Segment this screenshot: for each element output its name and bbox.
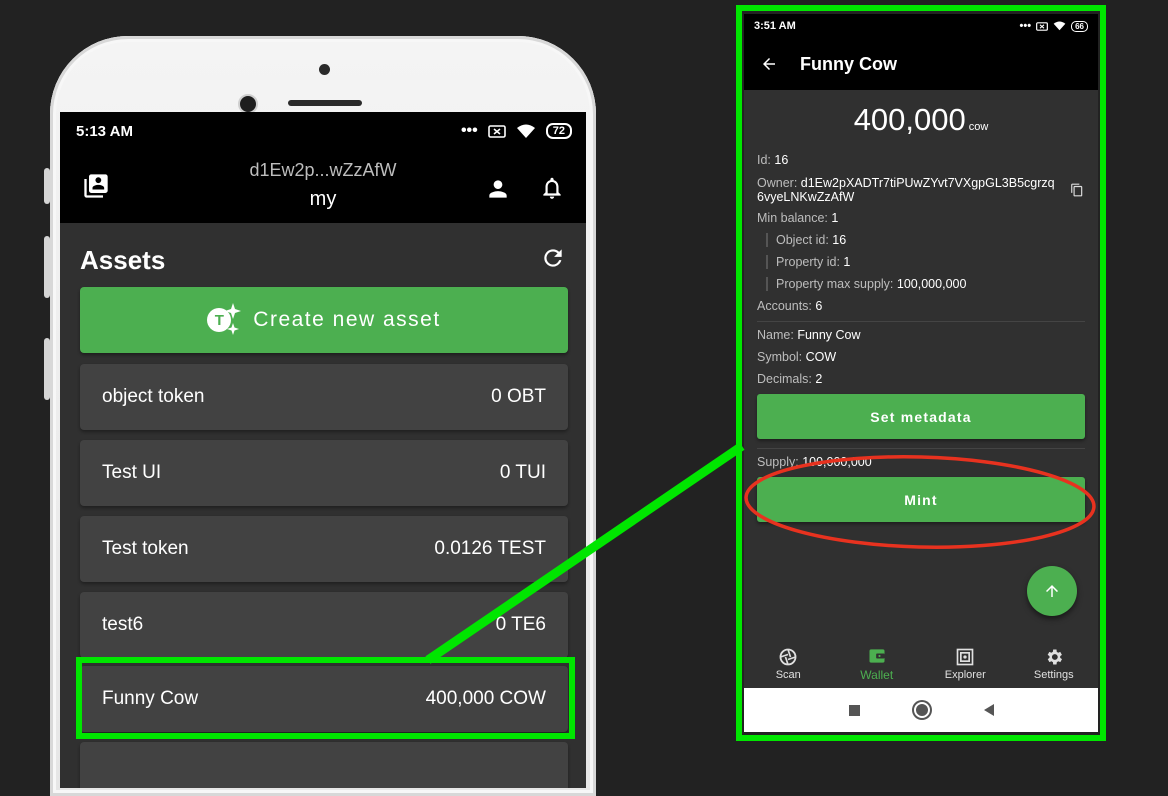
detail-owner: Owner: d1Ew2pXADTr7tiPUwZYvt7VXgpGL3B5cg… <box>757 176 1055 204</box>
app-bar: Funny Cow <box>744 38 1098 90</box>
detail-property-max-supply: Property max supply: 100,000,000 <box>766 277 966 291</box>
asset-name: test6 <box>102 614 144 635</box>
proximity-sensor <box>319 64 330 75</box>
set-metadata-button[interactable]: Set metadata <box>757 394 1085 439</box>
battery-indicator: 72 <box>545 123 572 139</box>
screen-title: Funny Cow <box>800 53 897 74</box>
token-sparkle-icon: T <box>207 303 242 335</box>
battery-indicator: 66 <box>1071 20 1088 32</box>
detail-min-balance: Min balance: 1 <box>757 211 839 225</box>
wifi-icon <box>516 124 535 138</box>
right-screen: 3:51 AM ••• 66 Funny Cow 400,000 cow Id: … <box>744 14 1098 732</box>
asset-balance: 0 OBT <box>491 386 546 407</box>
nav-explorer[interactable]: Explorer <box>921 640 1010 688</box>
mute-switch <box>44 168 50 204</box>
detail-name: Name: Funny Cow <box>757 328 861 342</box>
wifi-icon <box>1053 21 1066 31</box>
asset-name: object token <box>102 386 205 407</box>
asset-list-item[interactable]: test6 0 TE6 <box>80 592 568 658</box>
back-triangle-icon[interactable] <box>983 704 994 716</box>
back-arrow-icon[interactable] <box>760 55 778 73</box>
wallet-icon <box>869 649 885 663</box>
create-new-asset-button[interactable]: T Create new asset <box>80 287 568 353</box>
gear-icon <box>1047 649 1062 665</box>
asset-list-item[interactable]: Test UI 0 TUI <box>80 440 568 506</box>
sparkle-icon <box>225 303 242 335</box>
more-icon: ••• <box>1019 20 1032 32</box>
volume-down-button <box>44 338 50 400</box>
asset-list-item-partial[interactable] <box>80 742 568 788</box>
earpiece-speaker <box>288 100 362 106</box>
detail-accounts: Accounts: 6 <box>757 299 823 313</box>
nav-settings-label: Settings <box>1033 669 1074 681</box>
left-screen: 5:13 AM ••• 72 d1Ew2p...wZzAfW my Assets… <box>60 112 586 788</box>
system-navigation-bar <box>744 688 1098 732</box>
scroll-to-top-button[interactable] <box>1027 566 1077 616</box>
more-icon: ••• <box>460 122 478 139</box>
total-supply-display: 400,000 cow <box>744 102 1098 138</box>
status-time: 3:51 AM <box>754 20 796 32</box>
explorer-icon <box>956 648 974 666</box>
status-bar: 3:51 AM ••• 66 <box>744 14 1098 38</box>
nav-settings[interactable]: Settings <box>1010 640 1099 688</box>
asset-list-item[interactable]: Test token 0.0126 TEST <box>80 516 568 582</box>
status-bar: 5:13 AM ••• 72 <box>60 112 586 150</box>
volume-up-button <box>44 236 50 298</box>
asset-name: Test token <box>102 538 189 559</box>
asset-name: Funny Cow <box>102 688 199 709</box>
create-new-asset-label: Create new asset <box>253 308 441 331</box>
camera-shutter-icon <box>779 648 797 666</box>
nav-wallet[interactable]: Wallet <box>833 640 922 688</box>
app-bar: d1Ew2p...wZzAfW my <box>60 150 586 223</box>
arrow-up-icon <box>1046 585 1058 597</box>
assets-title: Assets <box>80 244 166 275</box>
asset-name: Test UI <box>102 462 162 483</box>
front-camera <box>238 94 258 114</box>
supply-value: 400,000 <box>853 102 966 137</box>
asset-balance: 400,000 COW <box>425 688 546 709</box>
divider <box>757 448 1085 449</box>
recents-icon[interactable] <box>848 704 860 716</box>
asset-list-item-funny-cow[interactable]: Funny Cow 400,000 COW <box>80 666 568 732</box>
status-time: 5:13 AM <box>76 122 133 140</box>
nav-wallet-label: Wallet <box>860 668 894 682</box>
nav-explorer-label: Explorer <box>944 669 986 681</box>
nav-scan[interactable]: Scan <box>744 640 833 688</box>
detail-id: Id: 16 <box>757 153 789 167</box>
assets-header: Assets <box>80 240 566 280</box>
refresh-icon[interactable] <box>540 245 566 276</box>
bottom-navigation: Scan Wallet Explorer Settings <box>744 640 1098 688</box>
asset-balance: 0.0126 TEST <box>434 538 546 559</box>
mint-button[interactable]: Mint <box>757 477 1085 522</box>
home-icon[interactable] <box>913 702 930 718</box>
sim-icon <box>487 124 506 138</box>
copy-icon[interactable] <box>1070 182 1084 203</box>
asset-balance: 0 TUI <box>499 462 546 483</box>
account-icon[interactable] <box>485 176 511 207</box>
sim-icon <box>1036 21 1049 31</box>
asset-list-item[interactable]: object token 0 OBT <box>80 364 568 430</box>
asset-balance: 0 TE6 <box>495 614 546 635</box>
notifications-icon[interactable] <box>539 174 565 207</box>
detail-object-id: Object id: 16 <box>766 233 846 247</box>
detail-property-id: Property id: 1 <box>766 255 850 269</box>
detail-symbol: Symbol: COW <box>757 350 837 364</box>
nav-scan-label: Scan <box>775 669 801 681</box>
detail-decimals: Decimals: 2 <box>757 372 823 386</box>
supply-unit: cow <box>968 121 989 133</box>
detail-supply: Supply: 100,000,000 <box>757 455 872 469</box>
divider <box>757 321 1085 322</box>
